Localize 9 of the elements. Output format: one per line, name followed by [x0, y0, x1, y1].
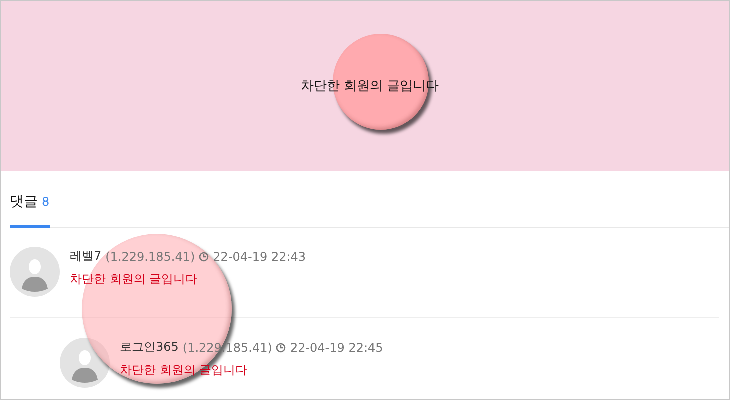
- comments-tab[interactable]: 댓글 8: [10, 171, 50, 228]
- comment-author[interactable]: 로그인365: [120, 339, 179, 356]
- comment-ip: (1.229.185.41): [106, 250, 196, 264]
- comment-author[interactable]: 레벨7: [70, 248, 102, 265]
- comment-text: 차단한 회원의 글입니다: [70, 271, 199, 288]
- comment-count: 8: [42, 195, 50, 209]
- comment-time: 22-04-19 22:43: [213, 250, 306, 264]
- comment-time: 22-04-19 22:45: [290, 340, 384, 354]
- tab-label: 댓글: [10, 193, 38, 211]
